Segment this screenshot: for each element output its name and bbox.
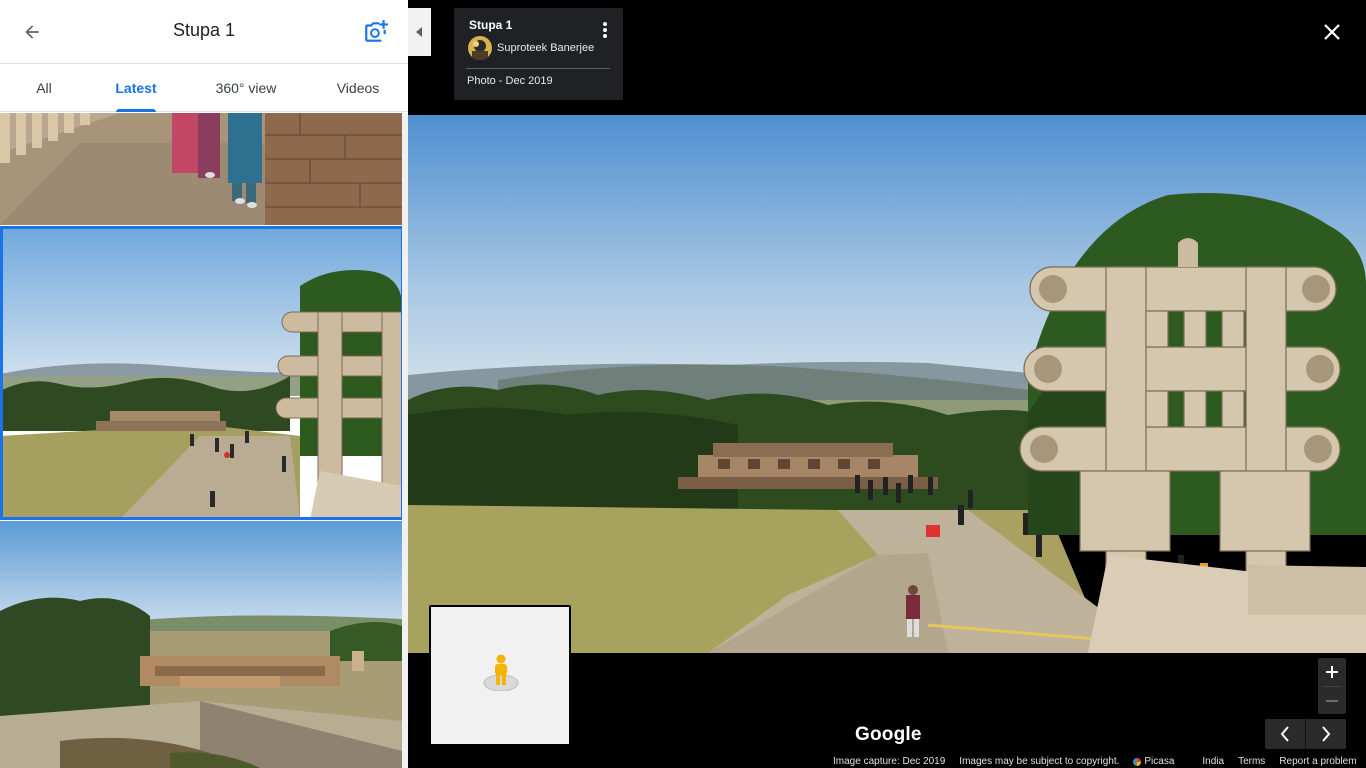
chevron-right-icon: [1322, 726, 1331, 742]
tab-videos[interactable]: Videos: [308, 64, 408, 112]
caret-left-icon: [415, 27, 422, 37]
photo-date: Photo - Dec 2019: [467, 75, 553, 87]
photo-side-panel: Stupa 1 All Latest 360° view Videos: [0, 0, 408, 768]
photo-thumbnail-2[interactable]: [0, 226, 402, 519]
add-photo-button[interactable]: [358, 14, 394, 50]
more-options-button[interactable]: [598, 20, 612, 40]
photo-navigation: [1265, 719, 1346, 749]
picasa-icon: [1133, 757, 1142, 766]
plus-icon: [1326, 666, 1338, 678]
author-name[interactable]: Suproteek Banerjee: [497, 42, 594, 54]
author-row: Suproteek Banerjee: [468, 36, 594, 60]
viewer-footer: Image capture: Dec 2019 Images may be su…: [833, 755, 1357, 768]
picasa-label: Picasa: [1144, 756, 1175, 767]
country-link[interactable]: India: [1202, 756, 1224, 767]
card-divider: [466, 68, 610, 69]
minus-icon: [1326, 700, 1338, 702]
close-icon: [1324, 24, 1340, 40]
tab-all[interactable]: All: [0, 64, 88, 112]
close-button[interactable]: [1316, 16, 1348, 48]
collapse-panel-button[interactable]: [408, 8, 431, 56]
google-logo: Google: [855, 724, 922, 745]
pegman-minimap[interactable]: [429, 605, 571, 746]
next-photo-button[interactable]: [1306, 719, 1346, 749]
photo-thumbnail-3[interactable]: [0, 521, 402, 768]
panel-title: Stupa 1: [172, 20, 236, 40]
previous-photo-button[interactable]: [1265, 719, 1305, 749]
picasa-attribution[interactable]: Picasa: [1133, 756, 1188, 767]
report-problem-link[interactable]: Report a problem: [1279, 756, 1356, 767]
add-photo-camera-icon: [365, 20, 388, 42]
image-capture-date: Image capture: Dec 2019: [833, 756, 946, 767]
zoom-in-button[interactable]: [1318, 658, 1346, 686]
tab-latest[interactable]: Latest: [88, 64, 184, 112]
avatar[interactable]: [468, 36, 492, 60]
vertical-dots-icon: [603, 22, 607, 38]
main-photo-viewer[interactable]: [408, 115, 1366, 653]
zoom-control: [1318, 658, 1346, 714]
terms-link[interactable]: Terms: [1238, 756, 1265, 767]
zoom-out-button[interactable]: [1318, 687, 1346, 715]
pegman-icon: [483, 654, 519, 691]
tab-360-view[interactable]: 360° view: [184, 64, 308, 112]
photo-thumbnail-1[interactable]: [0, 113, 402, 225]
copyright-notice: Images may be subject to copyright.: [959, 756, 1120, 767]
photo-category-tabs: All Latest 360° view Videos: [0, 64, 408, 112]
photo-info-card: Stupa 1 Suproteek Banerjee Photo - Dec 2…: [454, 8, 623, 100]
photo-title: Stupa 1: [469, 18, 513, 32]
chevron-left-icon: [1280, 726, 1289, 742]
panel-header: Stupa 1: [0, 0, 408, 64]
